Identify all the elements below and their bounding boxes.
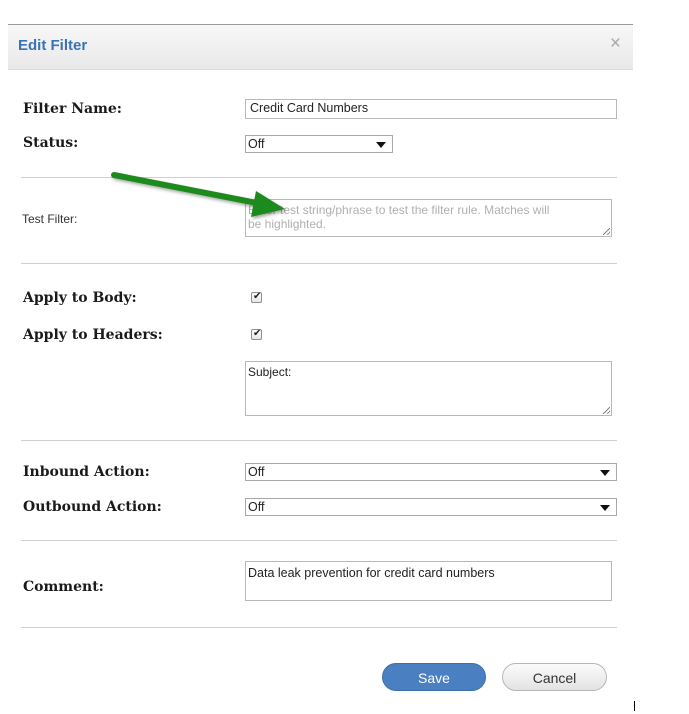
apply-headers-checkbox[interactable]: ✔: [251, 328, 262, 340]
filter-name-label: Filter Name:: [23, 101, 122, 117]
outbound-action-value: Off: [248, 500, 265, 514]
comment-input[interactable]: Data leak prevention for credit card num…: [245, 561, 612, 601]
outbound-action-select[interactable]: Off: [245, 498, 617, 516]
inbound-action-value: Off: [248, 465, 265, 479]
section-divider: [21, 627, 617, 628]
section-divider: [21, 540, 617, 541]
resize-grip-icon[interactable]: [603, 407, 610, 414]
chevron-down-icon: [600, 470, 610, 476]
headers-textarea[interactable]: Subject:: [245, 361, 612, 416]
section-divider: [21, 263, 617, 264]
text-cursor: [634, 701, 635, 711]
apply-body-label: Apply to Body:: [23, 290, 137, 306]
checkmark-icon: ✔: [253, 291, 262, 302]
checkmark-icon: ✔: [253, 328, 262, 339]
apply-body-checkbox[interactable]: ✔: [251, 291, 262, 303]
close-icon[interactable]: ×: [610, 34, 621, 53]
resize-grip-icon[interactable]: [603, 228, 610, 235]
test-filter-placeholder-line: be highlighted.: [248, 217, 327, 231]
section-divider: [21, 177, 617, 178]
cancel-button[interactable]: Cancel: [502, 663, 607, 691]
test-filter-placeholder-line: Enter test string/phrase to test the fil…: [248, 203, 550, 217]
chevron-down-icon: [600, 505, 610, 511]
dialog-title: Edit Filter: [18, 37, 88, 54]
save-button[interactable]: Save: [382, 663, 486, 691]
inbound-action-label: Inbound Action:: [23, 464, 150, 480]
edit-filter-dialog: Edit Filter × Filter Name: Credit Card N…: [8, 24, 633, 691]
section-divider: [21, 440, 617, 441]
filter-name-input[interactable]: Credit Card Numbers: [245, 99, 617, 119]
apply-headers-label: Apply to Headers:: [23, 327, 163, 343]
outbound-action-label: Outbound Action:: [23, 499, 162, 515]
comment-label: Comment:: [23, 579, 104, 595]
status-label: Status:: [23, 135, 79, 151]
dialog-header: Edit Filter ×: [8, 25, 633, 70]
status-select-value: Off: [248, 137, 265, 151]
status-select[interactable]: Off: [245, 135, 393, 153]
test-filter-label: Test Filter:: [22, 212, 78, 226]
headers-textarea-value: Subject:: [248, 365, 292, 379]
inbound-action-select[interactable]: Off: [245, 463, 617, 481]
chevron-down-icon: [376, 142, 386, 148]
test-filter-textarea[interactable]: Enter test string/phrase to test the fil…: [245, 199, 612, 237]
